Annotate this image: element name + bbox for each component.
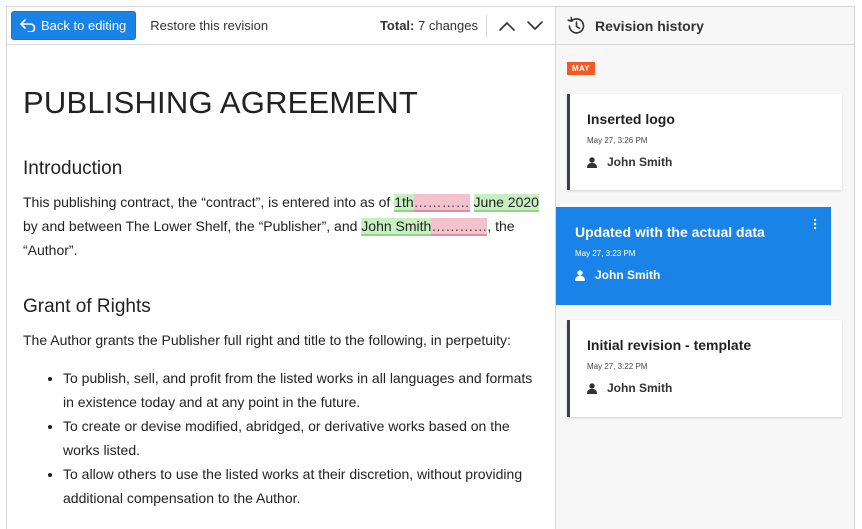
deletion-mark[interactable]: ………… (413, 194, 470, 212)
revision-author-name: John Smith (607, 155, 673, 169)
introduction-paragraph: This publishing contract, the “contract”… (23, 190, 539, 262)
revision-author: John Smith (575, 268, 831, 282)
toolbar-divider (486, 15, 487, 37)
revision-title: Inserted logo (587, 111, 675, 127)
restore-revision-button[interactable]: Restore this revision (150, 18, 268, 33)
grant-paragraph: The Author grants the Publisher full rig… (23, 332, 511, 348)
back-to-editing-label: Back to editing (41, 18, 127, 33)
insertion-mark[interactable]: 1th (394, 194, 414, 212)
chevron-down-icon (527, 21, 543, 30)
document-title: PUBLISHING AGREEMENT (23, 85, 419, 120)
user-icon (575, 269, 585, 281)
total-value: 7 changes (418, 18, 478, 33)
insertion-mark[interactable]: June 2020 (473, 194, 539, 212)
revision-title: Updated with the actual data (575, 224, 765, 240)
revision-author-name: John Smith (595, 268, 661, 282)
revision-author: John Smith (587, 155, 842, 169)
revision-item[interactable]: Inserted logo May 27, 3:26 PM John Smith (567, 94, 842, 190)
chevron-up-icon (499, 22, 515, 31)
list-item: To publish, sell, and profit from the li… (63, 366, 539, 414)
revision-history-sidebar: Revision history MAY Inserted logo May 2… (556, 6, 855, 529)
revision-toolbar: Back to editing Restore this revision To… (7, 7, 555, 45)
document-content[interactable]: PUBLISHING AGREEMENT Introduction This p… (7, 85, 555, 510)
kebab-menu-icon[interactable] (812, 218, 818, 230)
list-item: To allow others to use the listed works … (63, 462, 539, 510)
introduction-heading: Introduction (23, 158, 123, 179)
insertion-mark[interactable]: John Smith (361, 218, 432, 236)
undo-arrow-icon (20, 19, 36, 32)
revision-item-selected[interactable]: Updated with the actual data May 27, 3:2… (556, 207, 831, 305)
back-to-editing-button[interactable]: Back to editing (11, 11, 137, 40)
intro-text: by and between The Lower Shelf, the “Pub… (23, 218, 362, 234)
previous-change-button[interactable] (497, 16, 517, 36)
total-label: Total: (379, 18, 415, 33)
revision-date: May 27, 3:26 PM (587, 136, 648, 145)
revision-date: May 27, 3:22 PM (587, 362, 648, 371)
intro-text: This publishing contract, the “contract”… (23, 194, 395, 210)
revision-history-header: Revision history (556, 7, 854, 45)
revision-author-name: John Smith (607, 381, 673, 395)
history-clock-icon (567, 16, 585, 34)
grant-of-rights-heading: Grant of Rights (23, 296, 151, 317)
revision-history-title: Revision history (595, 17, 704, 34)
deletion-mark[interactable]: ………… (431, 218, 488, 236)
rights-list: To publish, sell, and profit from the li… (23, 366, 539, 510)
user-icon (587, 156, 597, 168)
revision-author: John Smith (587, 381, 842, 395)
month-badge: MAY (567, 62, 595, 75)
revision-item[interactable]: Initial revision - template May 27, 3:22… (567, 320, 842, 417)
revision-title: Initial revision - template (587, 337, 752, 353)
editor-pane: Back to editing Restore this revision To… (6, 6, 556, 529)
user-icon (587, 382, 597, 394)
total-changes: Total: 7 changes (380, 18, 478, 33)
list-item: To create or devise modified, abridged, … (63, 414, 539, 462)
next-change-button[interactable] (525, 16, 545, 36)
revision-date: May 27, 3:23 PM (575, 249, 636, 258)
